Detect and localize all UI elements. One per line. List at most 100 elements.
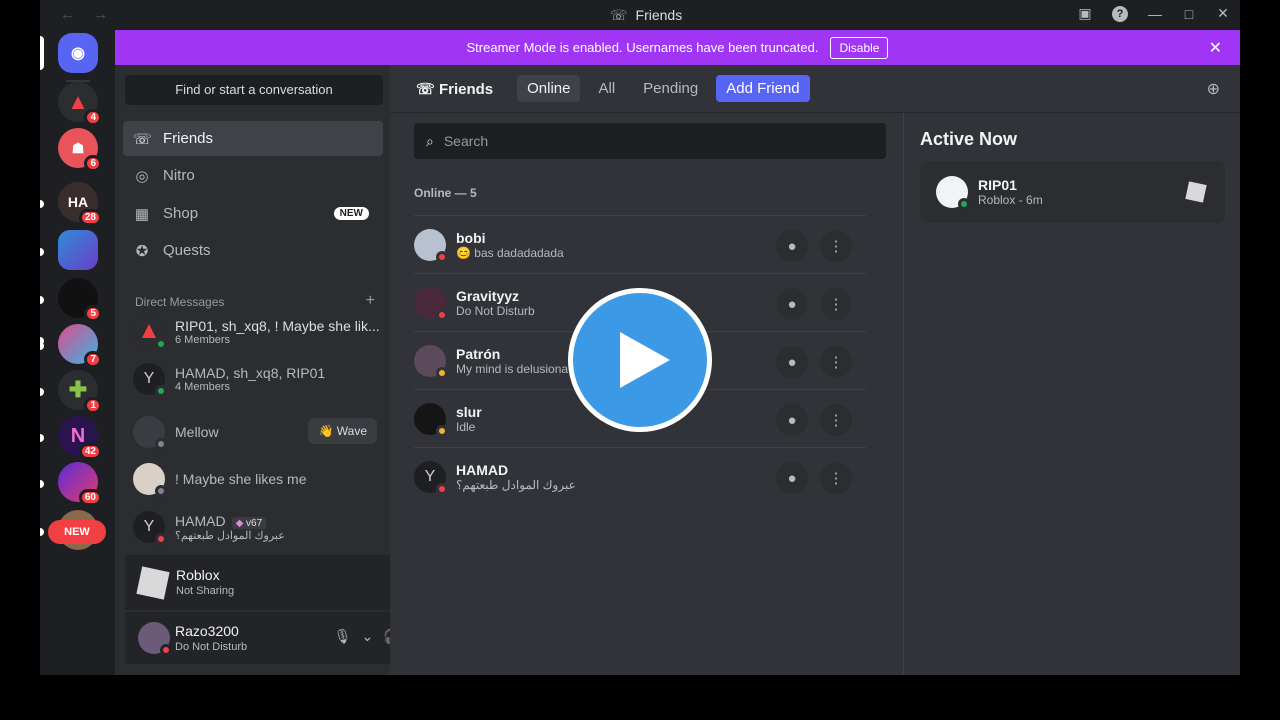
dm-header-label: Direct Messages [135, 295, 225, 309]
banner-text: Streamer Mode is enabled. Usernames have… [466, 40, 819, 55]
dm-members: 6 Members [175, 334, 231, 346]
forward-arrow-icon[interactable]: → [93, 6, 108, 23]
mention-badge: 7 [84, 351, 102, 368]
help-icon[interactable]: ? [1112, 5, 1128, 22]
microphone-icon[interactable]: 🎙 [334, 628, 352, 645]
title-bar-controls: ▣ ? — □ ✕ [1078, 5, 1230, 22]
friend-status: Do Not Disturb [456, 303, 535, 318]
mention-badge: 28 [78, 209, 102, 226]
message-icon[interactable]: ● [776, 462, 808, 494]
friend-status: عبروك الموادل طبعتهم؟ [456, 477, 576, 492]
friend-avatar [414, 402, 448, 437]
friend-status: 😊 bas dadadadada [456, 245, 564, 260]
friend-avatar [936, 176, 970, 210]
nav-label: Nitro [163, 167, 195, 184]
create-dm-icon[interactable]: + [366, 293, 375, 309]
dm-item[interactable]: ! Maybe she likes me [123, 457, 383, 501]
nav-quests[interactable]: ✪ Quests [123, 233, 383, 268]
dm-sidebar: Find or start a conversation ☏ Friends ◎ N… [40, 65, 455, 675]
message-icon[interactable]: ● [776, 346, 808, 378]
friend-row[interactable]: bobi 😊 bas dadadadada ● ⋮ [414, 215, 866, 273]
more-options-icon[interactable]: ⋮ [820, 346, 852, 378]
tab-online[interactable]: Online [517, 75, 581, 102]
message-icon[interactable]: ● [776, 404, 808, 436]
server-icon[interactable]: 60 [58, 462, 102, 506]
add-friend-button[interactable]: Add Friend [716, 75, 810, 102]
chevron-down-icon[interactable]: ⌄ [362, 628, 374, 645]
server-icon[interactable]: ▲ 4 [58, 82, 102, 126]
friend-avatar: Y [414, 460, 448, 495]
nav-label: Shop [163, 205, 199, 222]
active-user-name: RIP01 [978, 177, 1017, 193]
discord-home-icon[interactable]: ◉ [58, 33, 98, 73]
more-options-icon[interactable]: ⋮ [820, 230, 852, 262]
dm-name: Mellow [175, 424, 219, 440]
online-status-icon [958, 198, 970, 210]
nav-friends[interactable]: ☏ Friends [123, 121, 383, 156]
friend-actions: ● ⋮ [776, 230, 852, 262]
active-now-panel: Active Now RIP01 Roblox - 6m [903, 113, 1240, 675]
unread-indicator [40, 388, 44, 396]
unread-indicator [40, 200, 44, 208]
mention-badge: 6 [84, 155, 102, 172]
dm-item[interactable]: Y HAMAD, sh_xq8, RIP01 4 Members [123, 357, 383, 401]
minimize-button[interactable]: — [1148, 6, 1162, 22]
roblox-icon [1185, 181, 1207, 203]
activity-status: Not Sharing [176, 585, 235, 597]
friend-name: HAMAD [456, 461, 509, 478]
title-bar: ← → ☏ Friends ▣ ? — □ ✕ [40, 0, 1240, 30]
group-avatar: ▲ [133, 316, 167, 350]
server-icon[interactable]: 5 [58, 278, 102, 322]
new-group-dm-icon[interactable]: ⊕ [1207, 79, 1220, 99]
find-conversation-button[interactable]: Find or start a conversation [125, 75, 383, 105]
friend-row[interactable]: Y HAMAD عبروك الموادل طبعتهم؟ ● ⋮ [414, 447, 866, 505]
active-now-card[interactable]: RIP01 Roblox - 6m [920, 161, 1225, 223]
nav-shop[interactable]: ▦ Shop NEW [123, 196, 383, 231]
dm-item[interactable]: Y HAMAD ◆ v67 عبروك الموادل طبعتهم؟ [123, 505, 383, 549]
message-icon[interactable]: ● [776, 288, 808, 320]
server-icon[interactable]: N 42 [58, 416, 102, 460]
more-options-icon[interactable]: ⋮ [820, 462, 852, 494]
friend-name: bobi [456, 229, 486, 246]
server-icon[interactable]: ☗ 6 [58, 128, 102, 172]
more-options-icon[interactable]: ⋮ [820, 288, 852, 320]
disable-button[interactable]: Disable [830, 36, 889, 59]
maximize-button[interactable]: □ [1182, 6, 1196, 22]
mention-badge: 1 [84, 397, 102, 414]
dm-name: HAMAD [175, 512, 226, 529]
online-status-icon [155, 385, 167, 397]
unread-indicator [40, 528, 44, 536]
search-input[interactable]: ⌕ Search [414, 123, 886, 159]
more-options-icon[interactable]: ⋮ [820, 404, 852, 436]
user-avatar [133, 463, 167, 497]
friend-avatar [414, 286, 448, 321]
close-button[interactable]: ✕ [1216, 5, 1230, 22]
video-play-button[interactable] [568, 288, 712, 432]
user-status: Do Not Disturb [175, 641, 248, 653]
new-servers-pill[interactable]: NEW [48, 520, 106, 544]
wave-button[interactable]: 👋 Wave [308, 418, 377, 444]
dnd-status-icon [160, 644, 172, 656]
server-icon[interactable]: 7 [58, 324, 102, 368]
user-avatar [133, 416, 167, 450]
user-avatar[interactable] [138, 622, 172, 656]
tab-all[interactable]: All [588, 75, 625, 102]
offline-status-icon [155, 438, 167, 450]
back-arrow-icon[interactable]: ← [60, 6, 75, 23]
server-icon[interactable] [58, 230, 98, 270]
friend-status: Idle [456, 419, 476, 434]
dm-item[interactable]: Mellow 👋 Wave [123, 410, 383, 454]
active-game: Roblox - 6m [978, 193, 1043, 207]
tab-pending[interactable]: Pending [633, 75, 708, 102]
inbox-icon[interactable]: ▣ [1078, 5, 1092, 22]
friend-name: Patrón [456, 345, 501, 362]
server-icon[interactable]: ✚ 1 [58, 370, 102, 414]
unread-indicator [40, 480, 44, 488]
dm-item[interactable]: ▲ RIP01, sh_xq8, ! Maybe she lik... 6 Mem… [123, 310, 383, 354]
banner-close-icon[interactable]: ✕ [1209, 38, 1222, 58]
nav-nitro[interactable]: ◎ Nitro [123, 158, 383, 193]
server-initials: HA [67, 194, 89, 210]
dnd-status-icon [436, 250, 448, 263]
message-icon[interactable]: ● [776, 230, 808, 262]
server-icon[interactable]: HA 28 [58, 182, 102, 226]
